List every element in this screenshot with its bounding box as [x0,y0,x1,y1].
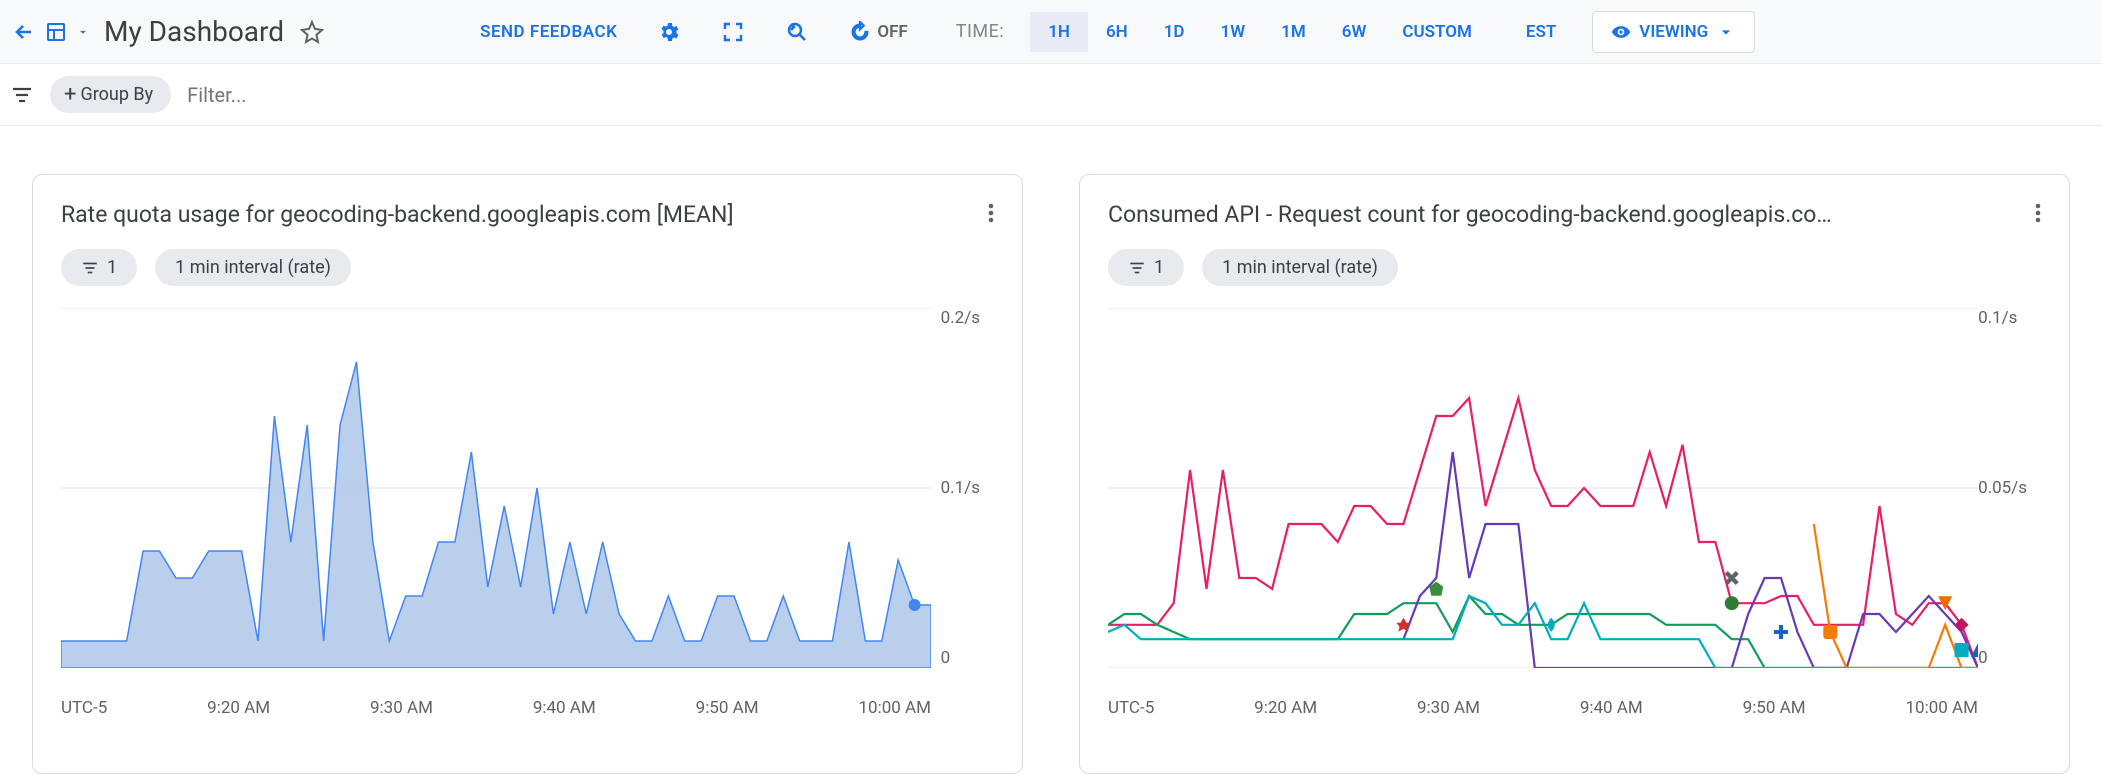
time-range-group: 1H 6H 1D 1W 1M 6W CUSTOM [1030,12,1490,52]
fullscreen-icon[interactable] [721,20,745,44]
filter-count-value: 1 [107,257,117,278]
group-by-button[interactable]: + Group By [50,76,171,113]
time-btn-1m[interactable]: 1M [1263,12,1324,52]
x-axis-labels: UTC-5 9:20 AM 9:30 AM 9:40 AM 9:50 AM 10… [61,698,931,718]
time-btn-1w[interactable]: 1W [1203,12,1264,52]
action-icons-group: OFF [657,20,907,44]
filter-count-chip[interactable]: 1 [61,249,137,286]
refresh-off-label: OFF [877,22,907,42]
settings-gear-icon[interactable] [657,20,681,44]
chart-svg-1 [61,308,931,668]
x-axis-labels: UTC-5 9:20 AM 9:30 AM 9:40 AM 9:50 AM 10… [1108,698,1978,718]
viewing-label: VIEWING [1639,22,1708,42]
page-title: My Dashboard [104,15,284,48]
time-label: TIME: [956,21,1004,42]
interval-label: 1 min interval (rate) [175,257,331,278]
card-title: Rate quota usage for geocoding-backend.g… [61,201,734,228]
viewing-mode-button[interactable]: VIEWING [1592,11,1755,53]
star-icon[interactable] [300,20,324,44]
chart-area-2[interactable]: 0.1/s 0.05/s 0 UTC-5 9:20 AM 9:30 AM 9:4… [1108,308,2041,738]
interval-chip[interactable]: 1 min interval (rate) [155,249,351,286]
chart-card-request-count: Consumed API - Request count for geocodi… [1079,174,2070,774]
dashboard-type-icon[interactable] [44,20,68,44]
time-btn-custom[interactable]: CUSTOM [1384,12,1489,52]
chevron-down-icon[interactable] [76,20,90,44]
send-feedback-link[interactable]: SEND FEEDBACK [480,22,617,42]
filter-input[interactable] [187,83,487,107]
y-axis-labels: 0.2/s 0.1/s 0 [941,308,980,668]
chart-card-rate-quota: Rate quota usage for geocoding-backend.g… [32,174,1023,774]
interval-label: 1 min interval (rate) [1222,257,1378,278]
card-more-icon[interactable] [2035,201,2041,229]
filter-count-value: 1 [1154,257,1164,278]
group-by-label: Group By [80,84,153,105]
filter-bar: + Group By [0,64,2102,126]
time-btn-6w[interactable]: 6W [1324,12,1385,52]
reset-zoom-icon[interactable] [785,20,809,44]
time-btn-6h[interactable]: 6H [1088,12,1146,52]
card-more-icon[interactable] [988,201,994,229]
chart-svg-2 [1108,308,1978,668]
time-btn-1d[interactable]: 1D [1146,12,1203,52]
timezone-button[interactable]: EST [1526,22,1556,42]
auto-refresh-toggle[interactable]: OFF [849,21,907,43]
filter-count-chip[interactable]: 1 [1108,249,1184,286]
y-axis-labels: 0.1/s 0.05/s 0 [1978,308,2027,668]
filter-icon[interactable] [10,83,34,107]
top-toolbar: My Dashboard SEND FEEDBACK OFF TIME: 1H … [0,0,2102,64]
chart-area-1[interactable]: 0.2/s 0.1/s 0 UTC-5 9:20 AM 9:30 AM 9:40… [61,308,994,738]
back-arrow-icon[interactable] [12,20,36,44]
card-title: Consumed API - Request count for geocodi… [1108,201,1832,228]
time-btn-1h[interactable]: 1H [1030,12,1088,52]
interval-chip[interactable]: 1 min interval (rate) [1202,249,1398,286]
cards-row: Rate quota usage for geocoding-backend.g… [0,126,2102,774]
